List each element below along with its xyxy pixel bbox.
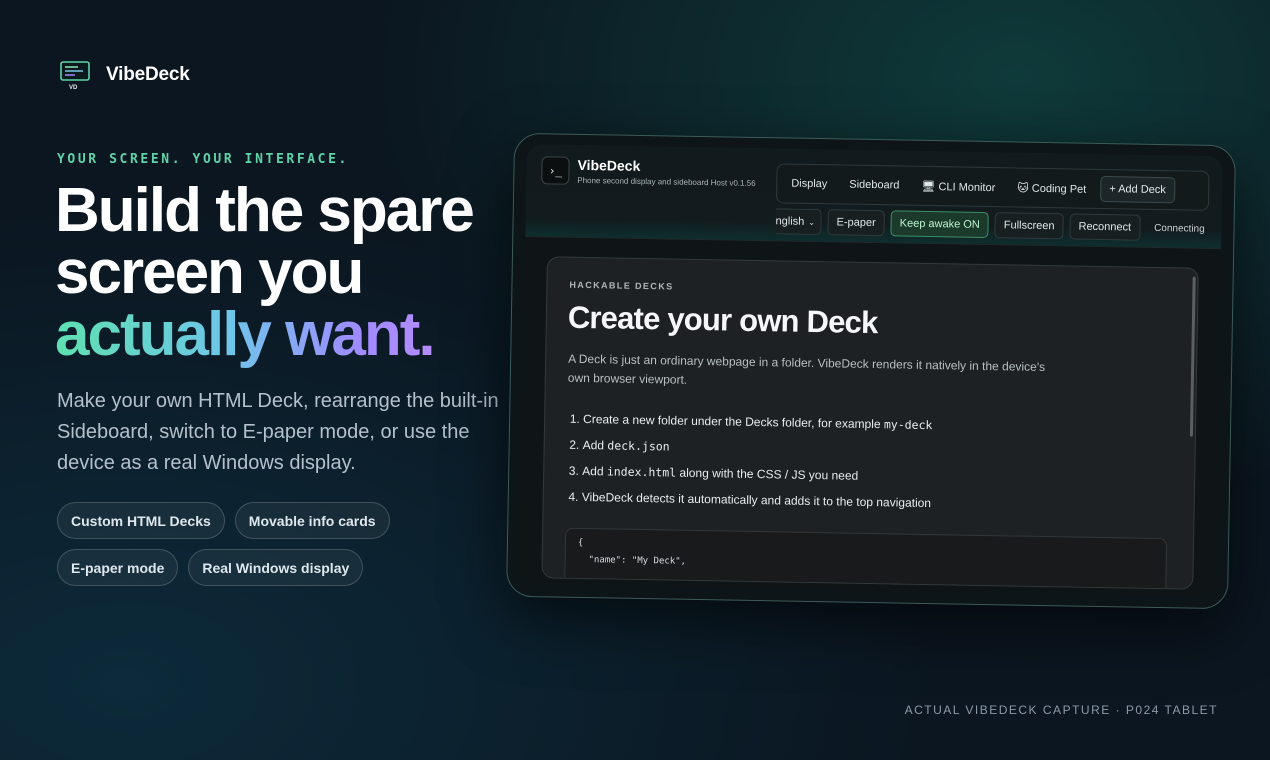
scrollbar[interactable] bbox=[1189, 276, 1196, 437]
list-item: VibeDeck detects it automatically and ad… bbox=[582, 484, 932, 516]
keep-awake-toggle[interactable]: Keep awake ON bbox=[890, 210, 990, 239]
tablet-screen: ›_ VibeDeck Phone second display and sid… bbox=[519, 143, 1223, 597]
connection-status: Connecting bbox=[1154, 222, 1205, 235]
control-row: nglish ⌄ E-paper Keep awake ON Fullscree… bbox=[775, 208, 1213, 242]
steps-list: Create a new folder under the Decks fold… bbox=[566, 406, 933, 516]
chip-epaper-mode[interactable]: E-paper mode bbox=[57, 549, 179, 586]
app-title: VibeDeck bbox=[577, 156, 641, 174]
chip-movable-info-cards[interactable]: Movable info cards bbox=[234, 502, 390, 539]
chip-real-windows-display[interactable]: Real Windows display bbox=[188, 549, 364, 586]
tab-sideboard[interactable]: Sideboard bbox=[841, 172, 908, 197]
fullscreen-button[interactable]: Fullscreen bbox=[994, 212, 1064, 240]
screenshot-caption: ACTUAL VIBEDECK CAPTURE · P024 TABLET bbox=[904, 703, 1218, 717]
hero-headline: Build the spare screen you actually want… bbox=[55, 180, 475, 369]
headline-line-3: actually want. bbox=[55, 300, 436, 369]
app-subtitle: Phone second display and sideboard Host … bbox=[577, 175, 756, 188]
tab-cli-monitor[interactable]: 🖥 CLI Monitor bbox=[913, 173, 1003, 200]
brand-logo[interactable]: VD VibeDeck bbox=[58, 58, 190, 92]
tablet-screenshot: ›_ VibeDeck Phone second display and sid… bbox=[506, 132, 1236, 610]
code-block: { "name": "My Deck", bbox=[563, 527, 1168, 590]
top-navigation: Display Sideboard 🖥 CLI Monitor 🐱 Coding… bbox=[775, 163, 1210, 211]
terminal-window-icon: VD bbox=[58, 58, 92, 92]
headline-line-2: screen you bbox=[55, 238, 364, 307]
content-description: A Deck is just an ordinary webpage in a … bbox=[567, 351, 1046, 387]
app-header: ›_ VibeDeck Phone second display and sid… bbox=[525, 143, 1223, 250]
add-deck-button[interactable]: + Add Deck bbox=[1100, 175, 1176, 204]
hero-description: Make your own HTML Deck, rearrange the b… bbox=[57, 390, 499, 474]
chevron-down-icon: ⌄ bbox=[808, 217, 816, 227]
svg-text:VD: VD bbox=[69, 85, 78, 91]
content-kicker: HACKABLE DECKS bbox=[569, 279, 674, 292]
language-select[interactable]: nglish ⌄ bbox=[775, 208, 822, 236]
deck-content-card: HACKABLE DECKS Create your own Deck A De… bbox=[541, 256, 1199, 590]
tab-coding-pet[interactable]: 🐱 Coding Pet bbox=[1009, 175, 1094, 201]
feature-chips: Custom HTML Decks Movable info cards E-p… bbox=[57, 502, 457, 586]
headline-line-1: Build the spare bbox=[55, 176, 475, 245]
content-title: Create your own Deck bbox=[567, 299, 878, 341]
tab-display[interactable]: Display bbox=[783, 171, 835, 196]
epaper-button[interactable]: E-paper bbox=[827, 209, 885, 237]
reconnect-button[interactable]: Reconnect bbox=[1069, 213, 1141, 241]
terminal-prompt-icon: ›_ bbox=[541, 156, 570, 185]
brand-name: VibeDeck bbox=[106, 64, 190, 85]
hero-tagline: YOUR SCREEN. YOUR INTERFACE. bbox=[57, 152, 349, 167]
chip-custom-html-decks[interactable]: Custom HTML Decks bbox=[57, 502, 225, 539]
